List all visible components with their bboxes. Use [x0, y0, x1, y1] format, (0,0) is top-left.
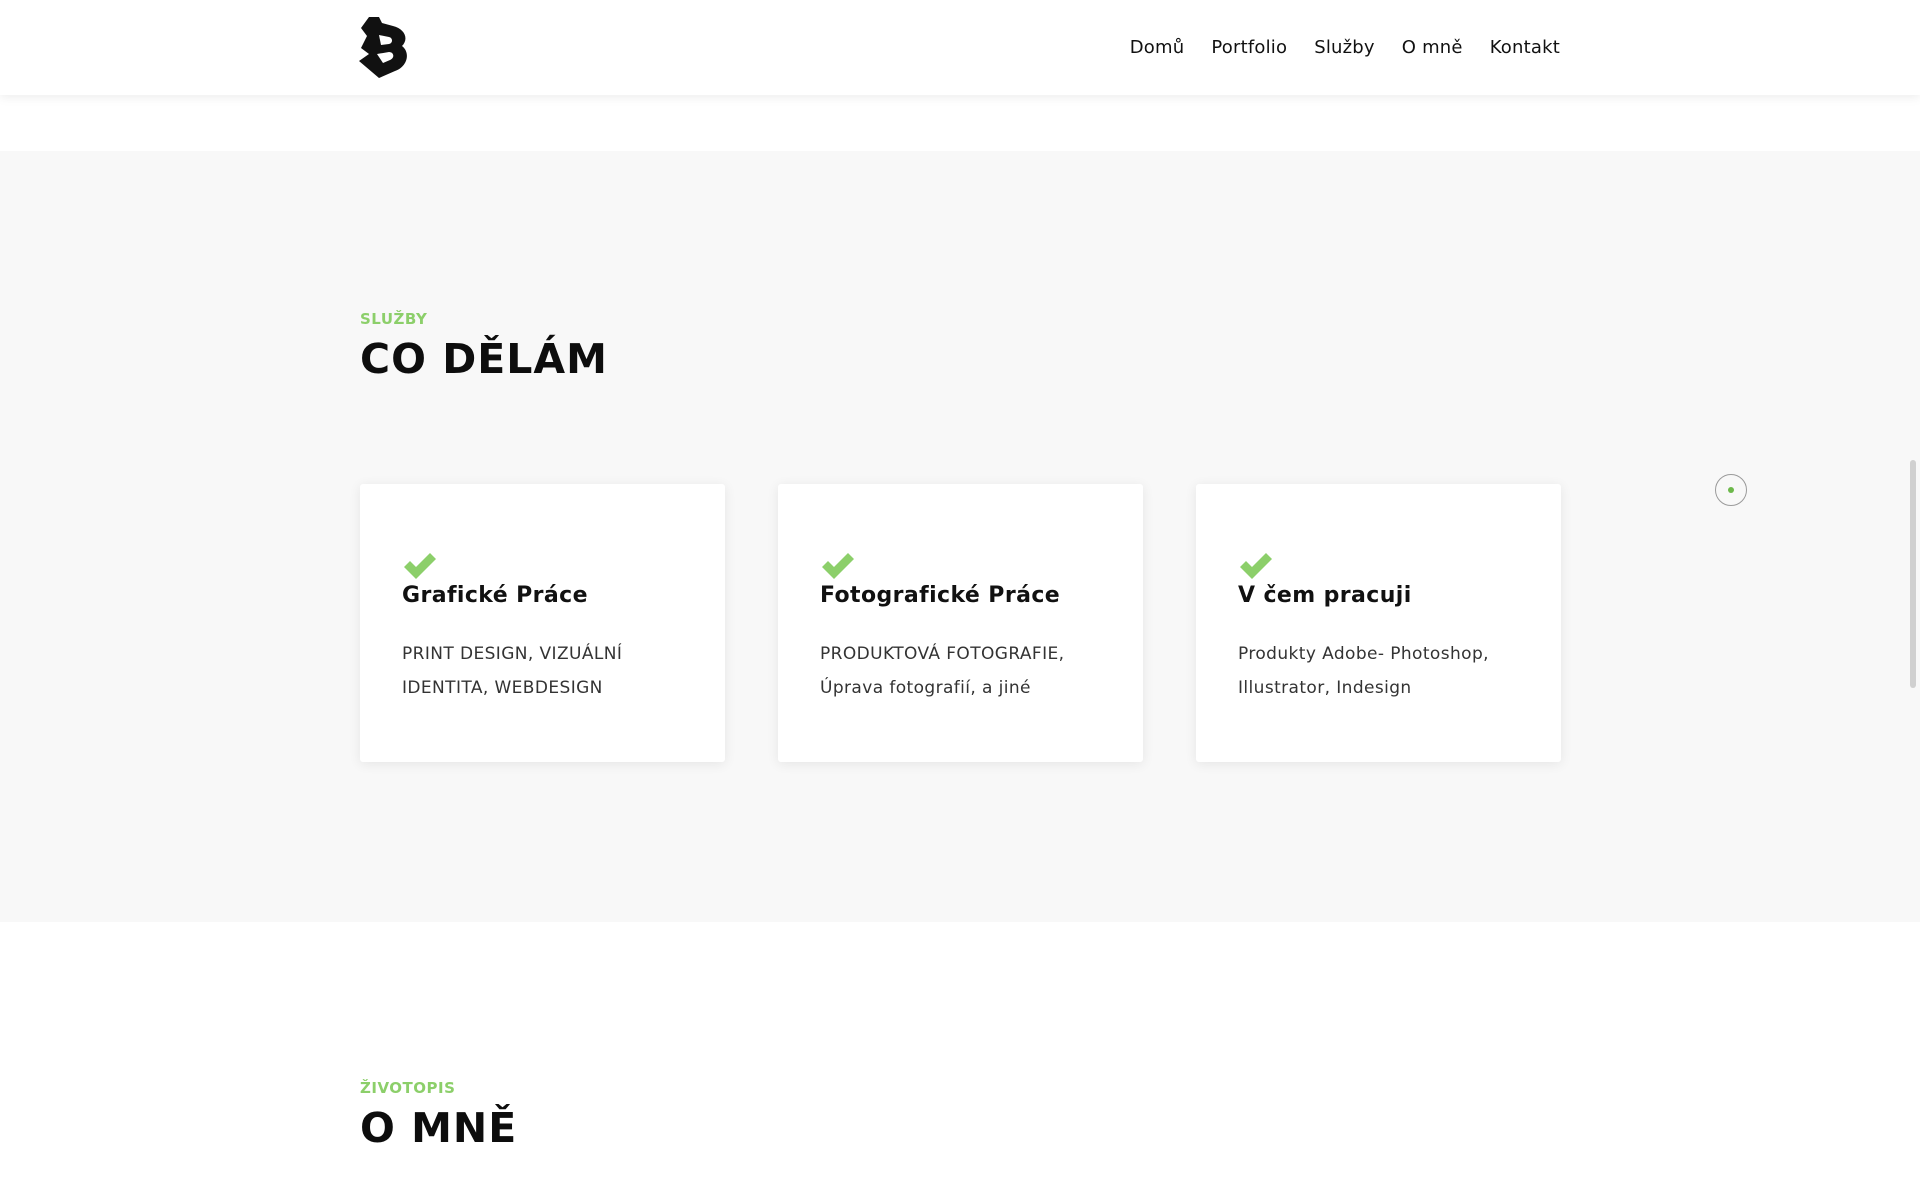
card-title: Fotografické Práce: [820, 583, 1061, 608]
checkmark-icon: [1240, 553, 1272, 579]
nav-link-o-mne[interactable]: O mně: [1402, 37, 1463, 58]
page: Domů Portfolio Služby O mně Kontakt SLUŽ…: [0, 0, 1920, 1200]
scrollbar-thumb[interactable]: [1910, 460, 1916, 688]
about-title: O MNĚ: [360, 1104, 518, 1152]
checkmark-icon: [404, 553, 436, 579]
services-title: CO DĚLÁM: [360, 335, 608, 383]
card-title: Grafické Práce: [402, 583, 588, 608]
main-nav: Domů Portfolio Služby O mně Kontakt: [1130, 0, 1560, 95]
service-card-tools: V čem pracuji Produkty Adobe- Photoshop,…: [1196, 484, 1561, 762]
card-text: PRODUKTOVÁ FOTOGRAFIE, Úprava fotografií…: [820, 644, 1065, 698]
service-card-graphic: Grafické Práce PRINT DESIGN, VIZUÁLNÍ ID…: [360, 484, 725, 762]
nav-link-portfolio[interactable]: Portfolio: [1211, 37, 1287, 58]
service-card-photo: Fotografické Práce PRODUKTOVÁ FOTOGRAFIE…: [778, 484, 1143, 762]
nav-link-kontakt[interactable]: Kontakt: [1490, 37, 1560, 58]
card-text: Produkty Adobe- Photoshop, Illustrator, …: [1238, 644, 1489, 698]
card-text: PRINT DESIGN, VIZUÁLNÍ IDENTITA, WEBDESI…: [402, 644, 623, 698]
about-eyebrow: ŽIVOTOPIS: [360, 1079, 456, 1097]
logo-b-icon: [359, 17, 407, 78]
nav-link-sluzby[interactable]: Služby: [1314, 37, 1375, 58]
card-title: V čem pracuji: [1238, 583, 1412, 608]
scroll-indicator-dot[interactable]: [1715, 474, 1747, 506]
nav-link-domu[interactable]: Domů: [1130, 37, 1185, 58]
services-section: SLUŽBY CO DĚLÁM Grafické Práce PRINT DES…: [0, 151, 1920, 922]
services-eyebrow: SLUŽBY: [360, 310, 428, 328]
logo-link[interactable]: [357, 14, 415, 80]
checkmark-icon: [822, 553, 854, 579]
site-header: Domů Portfolio Služby O mně Kontakt: [0, 0, 1920, 95]
